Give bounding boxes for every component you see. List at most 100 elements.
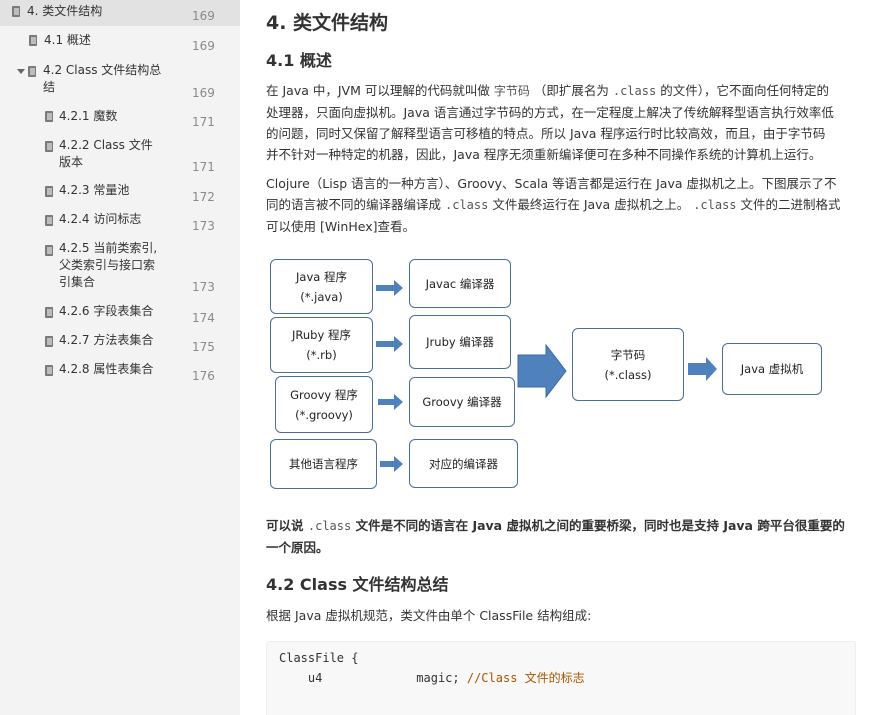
compilation-diagram: Java 程序 (*.java) JRuby 程序 (*.rb) Groovy …	[266, 257, 826, 497]
toc-item-4-2-8[interactable]: 4.2.8 属性表集合 176	[0, 360, 240, 386]
arrow-icon	[376, 336, 403, 352]
big-arrow-icon	[517, 343, 567, 399]
book-icon	[28, 66, 36, 77]
groovy-compiler-box: Groovy 编译器	[409, 377, 515, 427]
toc-label: 4.1 概述	[44, 33, 91, 47]
text: 文件最终运行在 Java 虚拟机之上。	[492, 197, 690, 212]
box-ext: (*.java)	[300, 289, 343, 304]
text: 在 Java 中，JVM 可以理解的代码就叫做	[266, 83, 490, 98]
text: 处理器，只面向虚拟机。Java 语言通过字节码的方式，在一定程度上解决了传统解释…	[266, 105, 834, 120]
inline-code: .class	[307, 519, 352, 533]
code-block: ClassFile { u4 magic; //Class 文件的标志	[266, 641, 856, 715]
toc-item-4[interactable]: 4. 类文件结构 169	[0, 0, 240, 26]
inline-code: .class	[445, 198, 489, 212]
arrow-icon	[688, 357, 717, 381]
box-label: Javac 编译器	[425, 276, 495, 291]
text: 文件是不同的语言在 Java 虚拟机之间的重要桥梁，同时也是支持 Java 跨平…	[355, 518, 845, 533]
book-icon	[45, 215, 53, 226]
toc-item-4-2-4[interactable]: 4.2.4 访问标志 173	[0, 210, 240, 236]
javac-compiler-box: Javac 编译器	[409, 259, 511, 308]
inline-code: .class	[693, 198, 737, 212]
book-icon	[12, 6, 20, 17]
arrow-icon	[378, 394, 403, 410]
book-icon	[45, 307, 53, 318]
groovy-program-box: Groovy 程序 (*.groovy)	[275, 376, 373, 433]
toc-label: 4.2.6 字段表集合	[59, 304, 154, 318]
code-line: ClassFile {	[279, 651, 359, 665]
box-ext: (*.class)	[604, 367, 652, 382]
arrow-icon	[376, 280, 403, 296]
toc-page: 173	[192, 219, 215, 233]
toc-item-4-2-6[interactable]: 4.2.6 字段表集合 174	[0, 302, 240, 328]
code-text: u4 magic;	[279, 671, 460, 685]
text: 可以说	[266, 518, 304, 533]
toc-label: 4.2.5 当前类索引,	[59, 241, 158, 255]
section-heading-overview: 4.1 概述	[266, 51, 332, 70]
box-label: JRuby 程序	[292, 328, 351, 342]
text: 的文件），它不面向任何特定的	[660, 83, 829, 98]
section-heading-summary: 4.2 Class 文件结构总结	[266, 575, 449, 594]
toc-label: 4.2 Class 文件结构总	[43, 63, 162, 77]
text: （即扩展名为	[533, 83, 609, 98]
other-compiler-box: 对应的编译器	[409, 439, 518, 488]
toc-label: 4.2.3 常量池	[59, 183, 130, 197]
toc-label-cont: 版本	[59, 155, 84, 169]
box-label: Java 虚拟机	[740, 362, 804, 376]
toc-item-4-2-5[interactable]: 4.2.5 当前类索引, 父类索引与接口索 引集合 173	[0, 240, 240, 298]
box-label: Java 程序	[296, 269, 347, 284]
inline-code: 字节码	[493, 84, 530, 98]
toc-page: 171	[192, 115, 215, 129]
toc-page: 169	[192, 9, 215, 23]
toc-label-cont: 引集合	[59, 275, 96, 289]
book-icon	[29, 35, 37, 46]
paragraph-intro: 在 Java 中，JVM 可以理解的代码就叫做 字节码 （即扩展名为 .clas…	[266, 80, 856, 165]
text: 一个原因。	[266, 540, 329, 555]
jvm-box: Java 虚拟机	[722, 343, 822, 395]
toc-page: 174	[192, 311, 215, 325]
toc-label: 4.2.7 方法表集合	[59, 333, 154, 347]
toc-label: 4.2.2 Class 文件	[59, 138, 153, 152]
book-icon	[45, 336, 53, 347]
bytecode-box: 字节码 (*.class)	[572, 328, 684, 401]
jruby-compiler-box: Jruby 编译器	[409, 315, 511, 369]
box-label: Jruby 编译器	[426, 335, 494, 349]
toc-page: 169	[192, 39, 215, 53]
java-program-box: Java 程序 (*.java)	[270, 259, 373, 314]
toc-page: 171	[192, 160, 215, 174]
book-icon	[45, 245, 53, 256]
toc-page: 176	[192, 369, 215, 383]
collapse-triangle-icon[interactable]	[17, 69, 25, 74]
paragraph-classfile: 根据 Java 虚拟机规范，类文件由单个 ClassFile 结构组成:	[266, 608, 592, 623]
box-label: 对应的编译器	[429, 456, 498, 471]
toc-item-4-2-2[interactable]: 4.2.2 Class 文件 版本 171	[0, 136, 240, 178]
book-icon	[45, 365, 53, 376]
paragraph-languages: Clojure（Lisp 语言的一种方言）、Groovy、Scala 等语言都是…	[266, 173, 856, 237]
toc-page: 175	[192, 340, 215, 354]
toc-page: 173	[192, 280, 215, 294]
toc-item-4-2-7[interactable]: 4.2.7 方法表集合 175	[0, 331, 240, 357]
toc-label-cont: 结	[43, 80, 56, 94]
book-icon	[45, 141, 53, 152]
toc-page: 169	[192, 86, 215, 100]
toc-label: 4.2.1 魔数	[59, 109, 118, 123]
other-program-box: 其他语言程序	[270, 439, 377, 489]
box-label: Groovy 编译器	[422, 395, 502, 409]
toc-label: 4. 类文件结构	[27, 4, 103, 18]
box-label: Groovy 程序	[290, 387, 358, 402]
book-icon	[45, 111, 53, 122]
toc-item-4-1[interactable]: 4.1 概述 169	[0, 30, 240, 56]
paragraph-bridge: 可以说 .class 文件是不同的语言在 Java 虚拟机之间的重要桥梁，同时也…	[266, 515, 856, 558]
jruby-program-box: JRuby 程序 (*.rb)	[270, 317, 373, 373]
toc-label-cont: 父类索引与接口索	[59, 258, 156, 272]
text: 可以使用 [WinHex]查看。	[266, 219, 415, 234]
toc-item-4-2-3[interactable]: 4.2.3 常量池 172	[0, 181, 240, 207]
arrow-icon	[380, 456, 403, 472]
toc-item-4-2[interactable]: 4.2 Class 文件结构总 结 169	[0, 60, 240, 102]
box-ext: (*.groovy)	[295, 407, 353, 422]
box-ext: (*.rb)	[306, 348, 337, 362]
code-comment: //Class 文件的标志	[459, 671, 585, 685]
page-title: 4. 类文件结构	[266, 12, 389, 34]
book-icon	[45, 186, 53, 197]
toc-page: 172	[192, 190, 215, 204]
toc-item-4-2-1[interactable]: 4.2.1 魔数 171	[0, 106, 240, 132]
